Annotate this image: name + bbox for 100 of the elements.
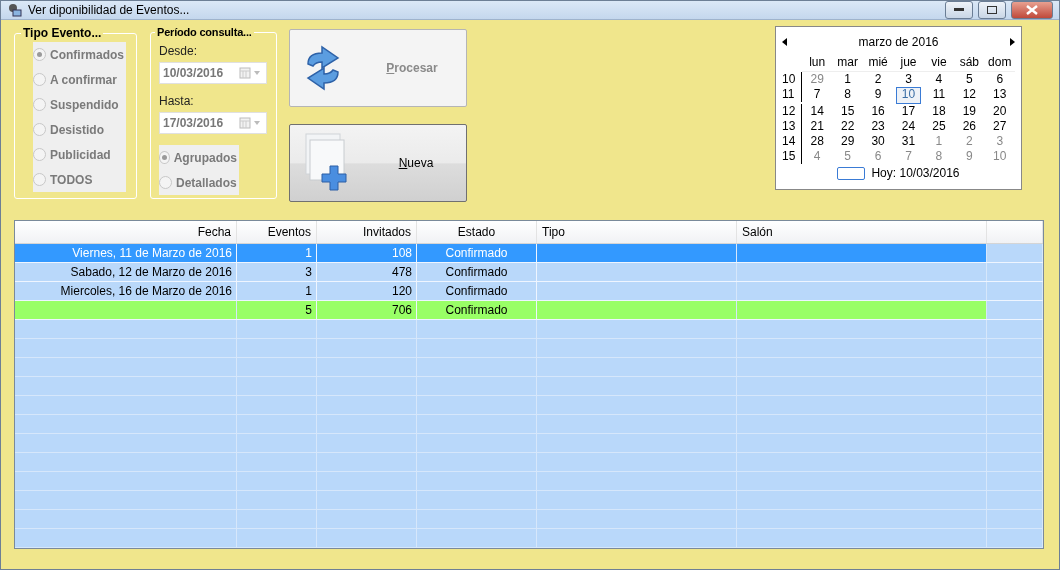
calendar-day[interactable]: 31 [896,134,921,149]
week-number: 14 [782,134,802,149]
calendar-day[interactable]: 23 [865,119,891,134]
column-header[interactable]: Salón [737,221,987,243]
radio-button[interactable] [33,98,46,111]
weekday-label: dom [984,55,1015,72]
calendar-title: marzo de 2016 [858,35,939,49]
calendar-day[interactable]: 13 [987,87,1012,102]
radio-button[interactable] [33,148,46,161]
grid-row[interactable]: Miercoles, 16 de Marzo de 2016 1 120 Confirmado [15,282,1043,301]
table-cell: Miercoles, 16 de Marzo de 2016 [15,282,237,300]
radio-option[interactable]: Publicidad [33,142,126,167]
calendar-day[interactable]: 5 [835,149,860,164]
calendar-day[interactable]: 5 [957,72,982,87]
calendar-day[interactable]: 21 [805,119,830,134]
grid-row[interactable]: 5 706 Confirmado [15,301,1043,320]
calendar-day[interactable]: 11 [926,87,952,102]
column-header[interactable]: Estado [417,221,537,243]
calendar-day[interactable]: 18 [926,104,952,119]
table-cell: 706 [317,301,417,319]
week-number: 15 [782,149,802,164]
calendar-day[interactable]: 2 [865,72,891,87]
maximize-button[interactable] [978,1,1006,19]
column-header[interactable]: Fecha [15,221,237,243]
week-number: 13 [782,119,802,134]
calendar-day[interactable]: 29 [805,72,830,87]
radio-option[interactable]: Confirmados [33,42,126,67]
column-header[interactable]: Eventos [237,221,317,243]
app-icon [7,2,23,18]
radio-button[interactable] [33,73,46,86]
calendar-day[interactable]: 10 [896,87,921,104]
today-marker-icon [837,166,866,180]
radio-button[interactable] [159,151,170,164]
calendar-day[interactable]: 24 [896,119,921,134]
calendar-dropdown-icon[interactable] [239,67,263,79]
calendar-day[interactable]: 30 [865,134,891,149]
calendar-day[interactable]: 27 [987,119,1012,134]
calendar-day[interactable]: 12 [957,87,982,102]
new-button[interactable]: Nueva [289,124,467,202]
radio-button[interactable] [33,123,46,136]
table-cell: 1 [237,244,317,262]
radio-option[interactable]: A confirmar [33,67,126,92]
weekday-label: vie [923,55,955,72]
calendar-day[interactable]: 4 [805,149,830,164]
today-link[interactable]: Hoy: 10/03/2016 [871,166,960,180]
calendar-day[interactable]: 16 [865,104,891,119]
radio-option[interactable]: Detallados [159,170,239,195]
close-button[interactable] [1011,1,1053,19]
calendar-day[interactable]: 1 [835,72,860,87]
radio-button[interactable] [33,173,46,186]
group-title: Período consulta... [156,26,253,38]
radio-option[interactable]: TODOS [33,167,126,192]
date-field[interactable]: 17/03/2016 [159,112,267,134]
calendar-day[interactable]: 9 [957,149,982,164]
table-cell: 108 [317,244,417,262]
radio-option[interactable]: Agrupados [159,145,239,170]
calendar-day[interactable]: 28 [805,134,830,149]
calendar-day[interactable]: 8 [926,149,952,164]
refresh-arrows-icon [304,44,342,92]
table-cell: 5 [237,301,317,319]
calendar-day[interactable]: 1 [926,134,952,149]
date-field[interactable]: 10/03/2016 [159,62,267,84]
calendar-day[interactable]: 14 [805,104,830,119]
calendar-day[interactable]: 19 [957,104,982,119]
calendar-day[interactable]: 3 [896,72,921,87]
minimize-button[interactable] [945,1,973,19]
calendar-dropdown-icon[interactable] [239,117,263,129]
grid-row[interactable]: Sabado, 12 de Marzo de 2016 3 478 Confirmado [15,263,1043,282]
calendar-day[interactable]: 3 [987,134,1012,149]
table-cell: Sabado, 12 de Marzo de 2016 [15,263,237,281]
calendar-day[interactable]: 29 [835,134,860,149]
group-title: Tipo Evento... [22,26,103,40]
calendar-day[interactable]: 2 [957,134,982,149]
next-month-icon[interactable] [1010,38,1015,46]
calendar-day[interactable]: 22 [835,119,860,134]
column-header[interactable]: Invitados [317,221,417,243]
calendar-day[interactable]: 7 [805,87,830,102]
calendar-day[interactable]: 20 [987,104,1012,119]
week-number: 11 [782,87,802,102]
column-header[interactable]: Tipo [537,221,737,243]
calendar-day[interactable]: 15 [835,104,860,119]
calendar-day[interactable]: 10 [987,149,1012,164]
previous-month-icon[interactable] [782,38,787,46]
close-icon [1026,5,1038,15]
calendar-day[interactable]: 4 [926,72,952,87]
radio-button[interactable] [159,176,172,189]
table-cell: 478 [317,263,417,281]
calendar-day[interactable]: 8 [835,87,860,102]
calendar-day[interactable]: 26 [957,119,982,134]
radio-button[interactable] [33,48,46,61]
calendar-day[interactable]: 7 [896,149,921,164]
calendar-day[interactable]: 17 [896,104,921,119]
minimize-icon [954,8,964,12]
calendar-day[interactable]: 6 [865,149,891,164]
calendar-day[interactable]: 6 [987,72,1012,87]
radio-option[interactable]: Suspendido [33,92,126,117]
calendar-day[interactable]: 25 [926,119,952,134]
table-cell: Viernes, 11 de Marzo de 2016 [15,244,237,262]
calendar-day[interactable]: 9 [865,87,891,102]
radio-option[interactable]: Desistido [33,117,126,142]
